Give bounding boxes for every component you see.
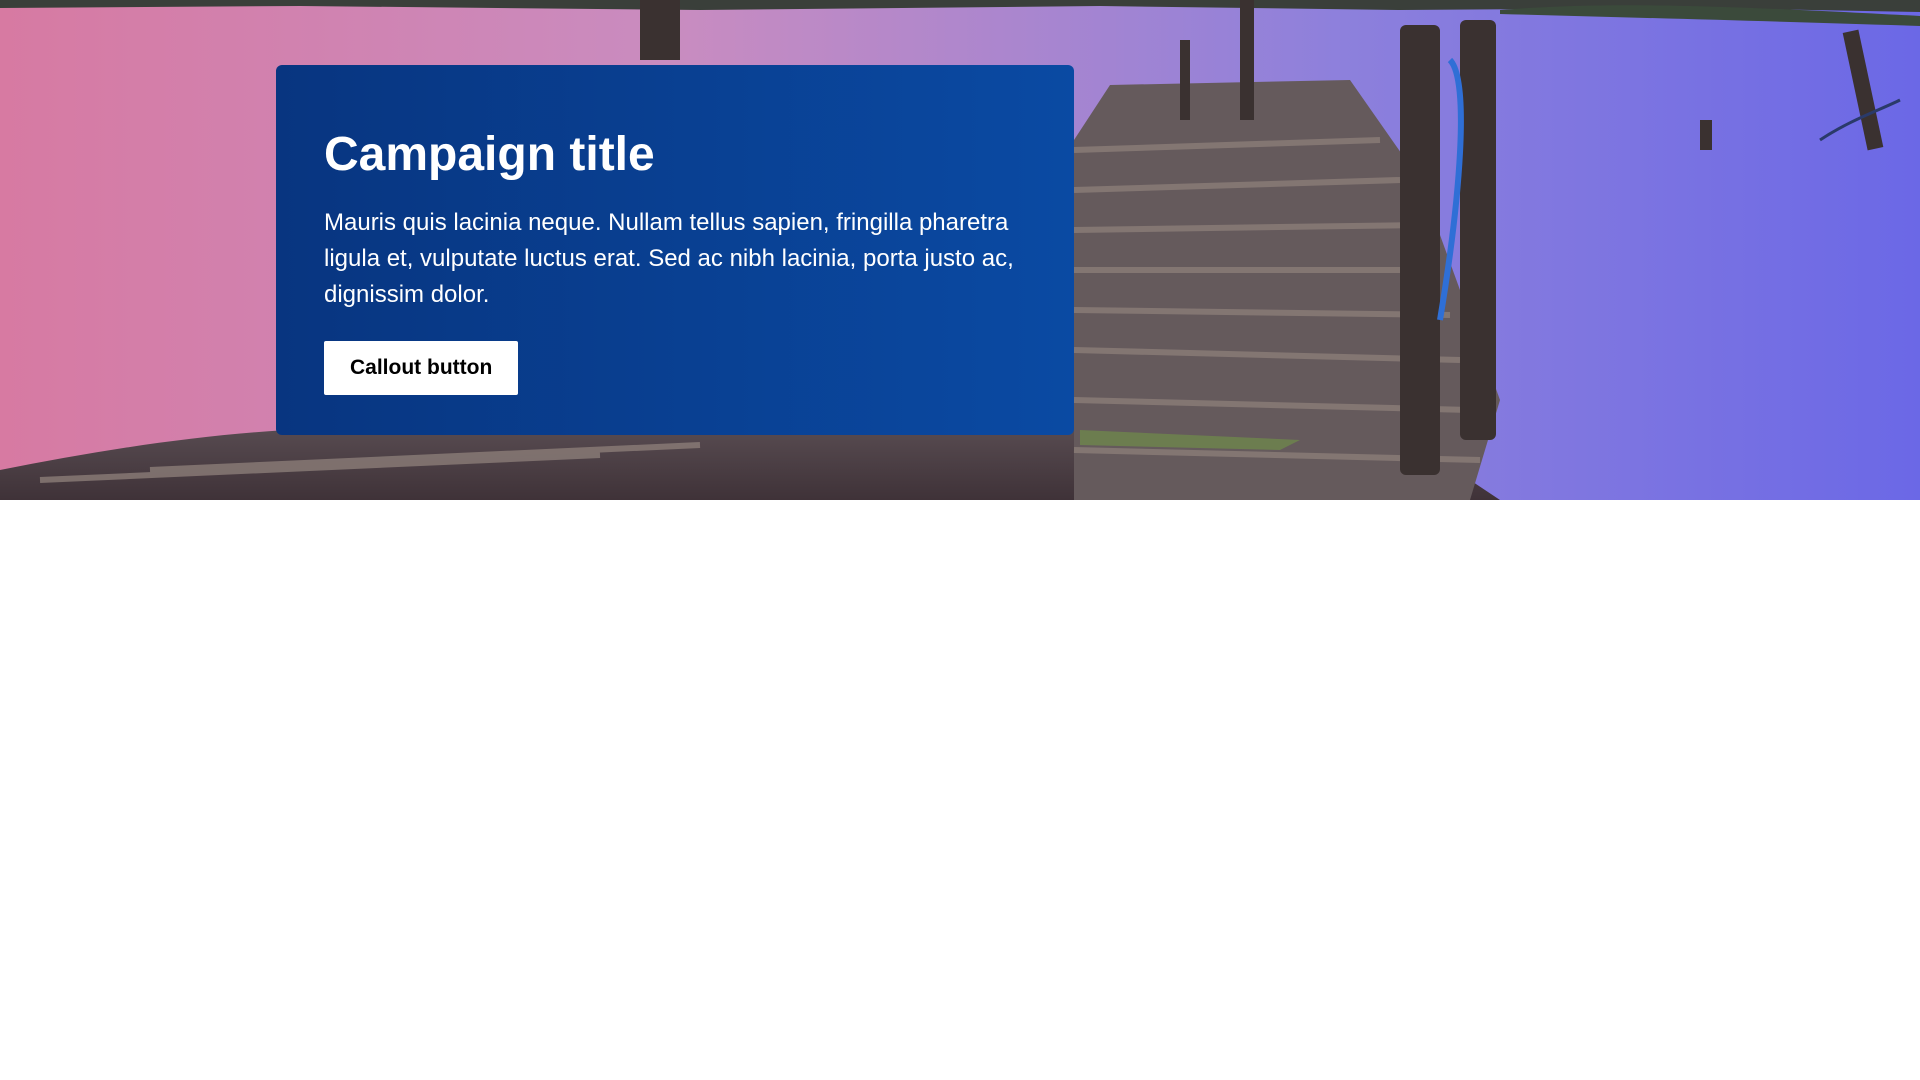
campaign-title: Campaign title xyxy=(324,128,655,181)
campaign-description: Mauris quis lacinia neque. Nullam tellus… xyxy=(324,209,1014,308)
hero-banner: Campaign title Mauris quis lacinia neque… xyxy=(0,0,1920,500)
callout-button[interactable]: Callout button xyxy=(324,341,519,395)
campaign-callout: Campaign title Mauris quis lacinia neque… xyxy=(276,65,1074,435)
